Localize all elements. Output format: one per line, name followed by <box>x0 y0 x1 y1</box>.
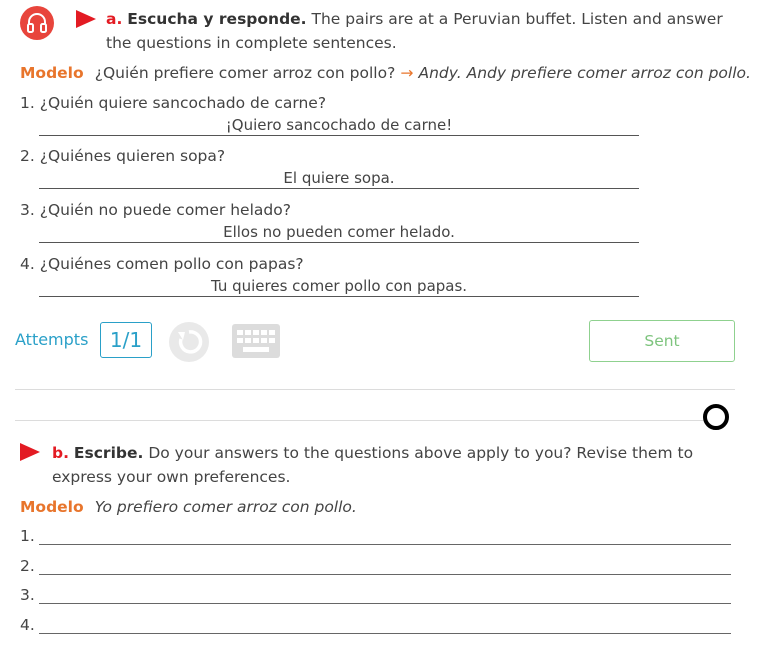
divider <box>15 389 735 390</box>
part-b-letter: b. <box>52 444 69 462</box>
write-field-3[interactable] <box>39 585 731 604</box>
modelo-label: Modelo <box>20 498 84 516</box>
play-icon[interactable] <box>20 443 40 461</box>
write-field-4[interactable] <box>39 615 731 634</box>
part-b-instruction: b. Escribe. Do your answers to the quest… <box>52 441 732 489</box>
question-1: 1. ¿Quién quiere sancochado de carne? <box>20 94 327 112</box>
part-b-title: Escribe. <box>73 444 144 462</box>
write-number-4: 4. <box>20 616 35 634</box>
question-4: 4. ¿Quiénes comen pollo con papas? <box>20 255 304 273</box>
modelo-question: ¿Quién prefiere comer arroz con pollo? <box>94 64 396 82</box>
modelo-b-text: Yo prefiero comer arroz con pollo. <box>94 498 357 516</box>
modelo-answer: Andy. Andy prefiere comer arroz con poll… <box>418 64 751 82</box>
circle-icon <box>703 404 729 430</box>
part-a-instruction: a. Escucha y responde. The pairs are at … <box>106 7 726 55</box>
answer-field-4[interactable]: Tu quieres comer pollo con papas. <box>39 276 639 297</box>
answer-field-3[interactable]: Ellos no pueden comer helado. <box>39 222 639 243</box>
write-field-2[interactable] <box>39 556 731 575</box>
write-number-2: 2. <box>20 557 35 575</box>
modelo-b: Modelo Yo prefiero comer arroz con pollo… <box>20 497 357 516</box>
arrow-icon: → <box>400 64 414 82</box>
modelo-label: Modelo <box>20 64 84 82</box>
write-field-1[interactable] <box>39 526 731 545</box>
reset-icon[interactable] <box>167 320 211 368</box>
write-number-1: 1. <box>20 527 35 545</box>
divider <box>15 420 705 421</box>
write-number-3: 3. <box>20 586 35 604</box>
headphones-icon[interactable] <box>20 6 54 40</box>
keyboard-icon[interactable] <box>232 324 280 362</box>
modelo-a: Modelo ¿Quién prefiere comer arroz con p… <box>20 63 751 82</box>
attempts-counter: 1/1 <box>100 322 152 358</box>
part-b-text: Do your answers to the questions above a… <box>52 444 694 486</box>
answer-field-1[interactable]: ¡Quiero sancochado de carne! <box>39 115 639 136</box>
question-3: 3. ¿Quién no puede comer helado? <box>20 201 291 219</box>
play-icon[interactable] <box>76 10 96 28</box>
attempts-label: Attempts <box>15 330 89 349</box>
answer-field-2[interactable]: El quiere sopa. <box>39 168 639 189</box>
part-a-title: Escucha y responde. <box>127 10 307 28</box>
sent-button[interactable]: Sent <box>589 320 735 362</box>
part-a-letter: a. <box>106 10 123 28</box>
question-2: 2. ¿Quiénes quieren sopa? <box>20 147 226 165</box>
